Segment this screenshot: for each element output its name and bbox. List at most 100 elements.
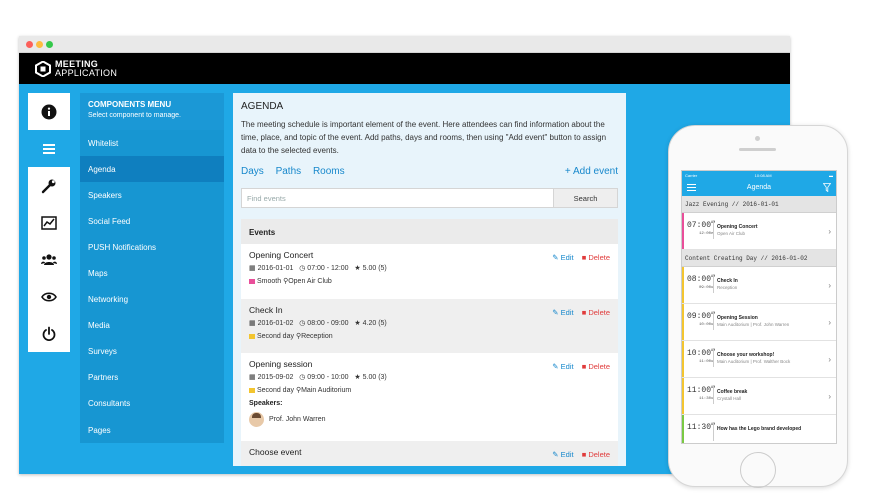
add-event-button[interactable]: + Add event: [565, 166, 618, 177]
agenda-description: The meeting schedule is important elemen…: [241, 120, 607, 155]
menu-item-speakers[interactable]: Speakers: [80, 182, 224, 208]
menu-item-agenda[interactable]: Agenda: [80, 156, 224, 183]
trash-icon: ■: [581, 450, 587, 459]
edit-event-button[interactable]: ✎ Edit: [552, 253, 573, 262]
rail-item-settings[interactable]: [28, 167, 70, 204]
phone-event-row[interactable]: 11:00AM 11:30AM Coffee break Crystall Ha…: [682, 378, 836, 415]
event-row[interactable]: Check In ▦ 2016-01-02 ◷ 08:00 - 09:00 ★ …: [241, 299, 618, 353]
delete-event-button[interactable]: ■ Delete: [582, 450, 610, 459]
search-button[interactable]: Search: [553, 189, 617, 207]
menu-item-networking[interactable]: Networking: [80, 287, 224, 313]
event-room: Open Air Club: [288, 278, 332, 285]
delete-event-button[interactable]: ■ Delete: [582, 362, 610, 371]
event-row[interactable]: Choose event ✎ Edit ■ Delete: [241, 441, 618, 466]
edit-event-button[interactable]: ✎ Edit: [552, 450, 573, 459]
phone-status-bar: Carrier 10:08 AM ▬: [682, 171, 836, 179]
rail-item-users[interactable]: [28, 241, 70, 278]
menu-item-whitelist[interactable]: Whitelist: [80, 130, 224, 156]
menu-item-media[interactable]: Media: [80, 313, 224, 339]
rail-item-logout[interactable]: [28, 315, 70, 352]
trash-icon: ■: [581, 362, 587, 371]
trash-icon: ■: [581, 308, 587, 317]
eye-icon: [41, 291, 57, 302]
end-time: 11:00: [699, 360, 712, 364]
tab-rooms[interactable]: Rooms: [313, 166, 345, 177]
chart-icon: [41, 215, 57, 230]
phone-event-title: Opening Concert: [717, 224, 758, 230]
event-date: 2015-09-02: [257, 374, 294, 381]
delete-label: Delete: [588, 450, 610, 459]
divider: [713, 221, 714, 239]
event-start-time: 10:00AM: [687, 349, 715, 358]
menu-item-consultants[interactable]: Consultants: [80, 391, 224, 417]
tab-paths[interactable]: Paths: [276, 166, 302, 177]
edit-label: Edit: [560, 253, 574, 262]
hamburger-menu-icon[interactable]: [687, 184, 696, 191]
phone-event-row[interactable]: 09:00AM 10:00AM Opening Session Main Aud…: [682, 304, 836, 341]
battery-icon: ▬: [828, 172, 833, 178]
path-color-bar: [682, 304, 684, 340]
minimize-window-button[interactable]: [36, 41, 43, 48]
phone-event-row[interactable]: 08:00AM 09:00AM Check In Reception ›: [682, 267, 836, 304]
edit-label: Edit: [560, 450, 574, 459]
tab-days[interactable]: Days: [241, 166, 264, 177]
delete-event-button[interactable]: ■ Delete: [582, 308, 610, 317]
path-color-bar: [682, 267, 684, 303]
end-time: 09:00: [699, 286, 712, 290]
components-menu: COMPONENTS MENU Select component to mana…: [80, 93, 224, 444]
path-color-bar: [682, 341, 684, 377]
event-meta: ▦ 2015-09-02 ◷ 09:00 - 10:00 ★ 5.00 (3): [249, 373, 610, 381]
chevron-right-icon: ›: [828, 227, 831, 236]
path-color-swatch: [249, 387, 255, 393]
power-icon: [42, 326, 56, 341]
event-rating: 4.20 (5): [362, 320, 387, 327]
edit-event-button[interactable]: ✎ Edit: [552, 362, 573, 371]
menu-item-push-notifications[interactable]: PUSH Notifications: [80, 234, 224, 260]
menu-item-maps[interactable]: Maps: [80, 260, 224, 286]
close-window-button[interactable]: [26, 41, 33, 48]
logo-text: MEETING APPLICATION: [55, 60, 117, 78]
chevron-right-icon: ›: [828, 355, 831, 364]
event-end-time: 11:30AM: [699, 397, 714, 401]
speaker-item[interactable]: Prof. John Warren: [249, 412, 610, 427]
menu-item-pages[interactable]: Pages: [80, 417, 224, 443]
rail-item-agenda[interactable]: [28, 130, 70, 167]
wrench-icon: [41, 179, 56, 193]
rail-item-stats[interactable]: [28, 204, 70, 241]
maximize-window-button[interactable]: [46, 41, 53, 48]
calendar-icon: ▦: [249, 374, 256, 381]
phone-event-sub: Reception: [717, 285, 738, 290]
phone-nav-bar: Agenda: [682, 179, 836, 196]
event-start-time: 09:00AM: [687, 312, 715, 321]
trash-icon: ■: [581, 253, 587, 262]
menu-header: COMPONENTS MENU Select component to mana…: [80, 93, 224, 130]
search-input[interactable]: [242, 189, 554, 207]
rail-item-info[interactable]: [28, 93, 70, 130]
start-time: 10:00: [687, 349, 712, 358]
rail-item-preview[interactable]: [28, 278, 70, 315]
filter-icon[interactable]: [823, 183, 831, 192]
event-location: Second day ⚲Main Auditorium: [249, 386, 610, 394]
edit-event-button[interactable]: ✎ Edit: [552, 308, 573, 317]
phone-event-row[interactable]: 11:30AM How has the Lego brand developed: [682, 415, 836, 443]
phone-home-button[interactable]: [740, 452, 776, 488]
star-icon: ★: [354, 265, 361, 272]
event-row[interactable]: Opening session ▦ 2015-09-02 ◷ 09:00 - 1…: [241, 353, 618, 441]
phone-event-row[interactable]: 10:00AM 11:00AM Choose your workshop! Ma…: [682, 341, 836, 378]
event-date: 2016-01-01: [257, 265, 294, 272]
divider: [713, 423, 714, 441]
path-color-bar: [682, 378, 684, 414]
delete-label: Delete: [588, 253, 610, 262]
event-time: 08:00 - 09:00: [307, 320, 349, 327]
event-room: Main Auditorium: [301, 387, 352, 394]
event-row[interactable]: Opening Concert ▦ 2016-01-01 ◷ 07:00 - 1…: [241, 244, 618, 299]
phone-event-row[interactable]: 07:00AM 12:00PM Opening Concert Open Air…: [682, 213, 836, 250]
delete-event-button[interactable]: ■ Delete: [582, 253, 610, 262]
event-end-time: 09:00AM: [699, 286, 714, 290]
event-actions: ✎ Edit ■ Delete: [552, 450, 610, 459]
start-time: 11:00: [687, 386, 712, 395]
menu-item-social-feed[interactable]: Social Feed: [80, 208, 224, 234]
event-actions: ✎ Edit ■ Delete: [552, 308, 610, 317]
menu-item-partners[interactable]: Partners: [80, 365, 224, 391]
menu-item-surveys[interactable]: Surveys: [80, 339, 224, 365]
